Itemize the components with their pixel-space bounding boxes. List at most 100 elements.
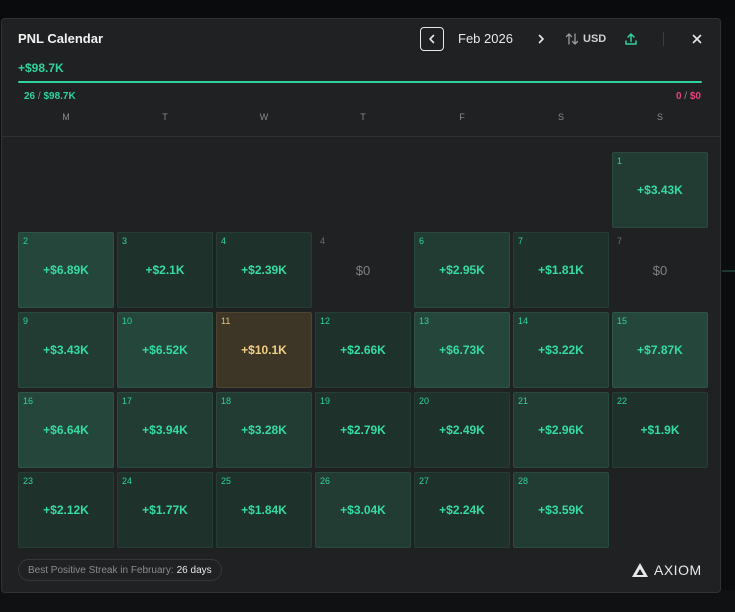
day-number: 25 xyxy=(221,476,232,486)
weekday-label: S xyxy=(656,112,663,122)
day-number: 24 xyxy=(122,476,133,486)
share-button[interactable] xyxy=(622,29,640,49)
calendar-day-cell[interactable]: 23 +$2.12K xyxy=(18,472,114,548)
day-pnl-value: +$2.49K xyxy=(439,423,485,437)
backdrop-accent-line xyxy=(722,270,735,272)
calendar-day-cell[interactable]: 10 +$6.52K xyxy=(117,312,213,388)
calendar-day-cell[interactable]: 7 $0 xyxy=(612,232,708,308)
calendar-day-cell[interactable]: 19 +$2.79K xyxy=(315,392,411,468)
streak-value: 26 days xyxy=(176,564,212,576)
calendar-day-cell[interactable]: 20 +$2.49K xyxy=(414,392,510,468)
day-number: 27 xyxy=(419,476,430,486)
calendar-day-cell[interactable]: 7 +$1.81K xyxy=(513,232,609,308)
calendar-day-cell[interactable]: 12 +$2.66K xyxy=(315,312,411,388)
day-number: 10 xyxy=(122,316,133,326)
calendar-day-cell[interactable]: 17 +$3.94K xyxy=(117,392,213,468)
chevron-left-icon xyxy=(429,34,435,44)
day-pnl-value: +$6.64K xyxy=(43,423,89,437)
calendar-day-cell[interactable]: 24 +$1.77K xyxy=(117,472,213,548)
calendar-empty-cell xyxy=(315,152,411,228)
calendar-day-cell[interactable]: 21 +$2.96K xyxy=(513,392,609,468)
day-pnl-value: +$1.9K xyxy=(640,423,680,437)
negative-separator: / xyxy=(681,91,690,102)
day-pnl-value: +$10.1K xyxy=(241,343,287,357)
day-number: 2 xyxy=(23,236,29,246)
positive-days-count: 26 xyxy=(24,91,36,102)
brand-name: AXIOM xyxy=(654,562,702,578)
total-pnl-value: +$98.7K xyxy=(18,61,64,75)
calendar-day-cell[interactable]: 22 +$1.9K xyxy=(612,392,708,468)
modal-title: PNL Calendar xyxy=(18,31,104,46)
day-number: 20 xyxy=(419,396,430,406)
day-pnl-value: +$3.22K xyxy=(538,343,584,357)
day-pnl-value: +$6.73K xyxy=(439,343,485,357)
day-number: 26 xyxy=(320,476,331,486)
chevron-right-icon xyxy=(538,34,544,44)
day-pnl-value: +$3.59K xyxy=(538,503,584,517)
next-month-button[interactable] xyxy=(532,29,550,49)
backdrop-bottom-bar xyxy=(0,590,735,612)
currency-toggle-button[interactable]: USD xyxy=(565,30,606,48)
calendar-day-cell[interactable]: 26 +$3.04K xyxy=(315,472,411,548)
header-divider xyxy=(663,32,664,46)
day-pnl-value: +$3.94K xyxy=(142,423,188,437)
calendar-day-cell[interactable]: 28 +$3.59K xyxy=(513,472,609,548)
day-number: 15 xyxy=(617,316,628,326)
day-number: 4 xyxy=(221,236,227,246)
day-number: 17 xyxy=(122,396,133,406)
day-number: 18 xyxy=(221,396,232,406)
calendar-separator xyxy=(2,136,720,137)
axiom-logo-icon xyxy=(632,563,648,577)
weekday-label: T xyxy=(162,112,168,122)
calendar-day-cell[interactable]: 2 +$6.89K xyxy=(18,232,114,308)
calendar-day-cell[interactable]: 11 +$10.1K xyxy=(216,312,312,388)
day-number: 14 xyxy=(518,316,529,326)
weekday-label: F xyxy=(459,112,465,122)
brand-logo: AXIOM xyxy=(631,561,702,579)
day-number: 4 xyxy=(320,236,326,246)
calendar-day-cell[interactable]: 6 +$2.95K xyxy=(414,232,510,308)
pnl-progress-fill xyxy=(18,81,702,83)
calendar-day-cell[interactable]: 15 +$7.87K xyxy=(612,312,708,388)
calendar-day-cell[interactable]: 9 +$3.43K xyxy=(18,312,114,388)
day-number: 22 xyxy=(617,396,628,406)
day-number: 12 xyxy=(320,316,331,326)
day-pnl-value: $0 xyxy=(652,262,668,278)
backdrop-top-bar xyxy=(0,0,735,18)
day-number: 1 xyxy=(617,156,623,166)
previous-month-button[interactable] xyxy=(420,27,444,51)
day-number: 9 xyxy=(23,316,29,326)
calendar-day-cell[interactable]: 4 $0 xyxy=(315,232,411,308)
upload-icon xyxy=(625,33,637,45)
calendar-day-cell[interactable]: 27 +$2.24K xyxy=(414,472,510,548)
day-pnl-value: +$3.43K xyxy=(43,343,89,357)
day-pnl-value: +$3.43K xyxy=(637,183,683,197)
calendar-day-cell[interactable]: 16 +$6.64K xyxy=(18,392,114,468)
weekday-header-row: M T W T F S S xyxy=(18,112,708,124)
calendar-empty-cell xyxy=(612,472,708,548)
day-pnl-value: +$3.28K xyxy=(241,423,287,437)
positive-days-summary: 26 / $98.7K xyxy=(24,91,76,102)
calendar-day-cell[interactable]: 13 +$6.73K xyxy=(414,312,510,388)
calendar-day-cell[interactable]: 4 +$2.39K xyxy=(216,232,312,308)
calendar-grid: 1 +$3.43K 2 +$6.89K 3 +$2.1K 4 +$2.39K 4 $0 6 +$2.9… xyxy=(18,152,708,548)
calendar-day-cell[interactable]: 18 +$3.28K xyxy=(216,392,312,468)
day-number: 3 xyxy=(122,236,128,246)
day-pnl-value: +$2.12K xyxy=(43,503,89,517)
day-number: 23 xyxy=(23,476,34,486)
calendar-empty-cell xyxy=(513,152,609,228)
weekday-label: S xyxy=(557,112,564,122)
calendar-day-cell[interactable]: 3 +$2.1K xyxy=(117,232,213,308)
day-number: 13 xyxy=(419,316,430,326)
streak-label: Best Positive Streak in February: xyxy=(28,564,174,576)
calendar-day-cell[interactable]: 25 +$1.84K xyxy=(216,472,312,548)
day-number: 6 xyxy=(419,236,425,246)
day-pnl-value: +$2.39K xyxy=(241,263,287,277)
close-button[interactable] xyxy=(688,29,706,49)
weekday-label: M xyxy=(62,112,70,122)
day-pnl-value: +$2.95K xyxy=(439,263,485,277)
positive-total: $98.7K xyxy=(43,91,76,102)
day-number: 7 xyxy=(617,236,623,246)
calendar-day-cell[interactable]: 14 +$3.22K xyxy=(513,312,609,388)
calendar-day-cell[interactable]: 1 +$3.43K xyxy=(612,152,708,228)
